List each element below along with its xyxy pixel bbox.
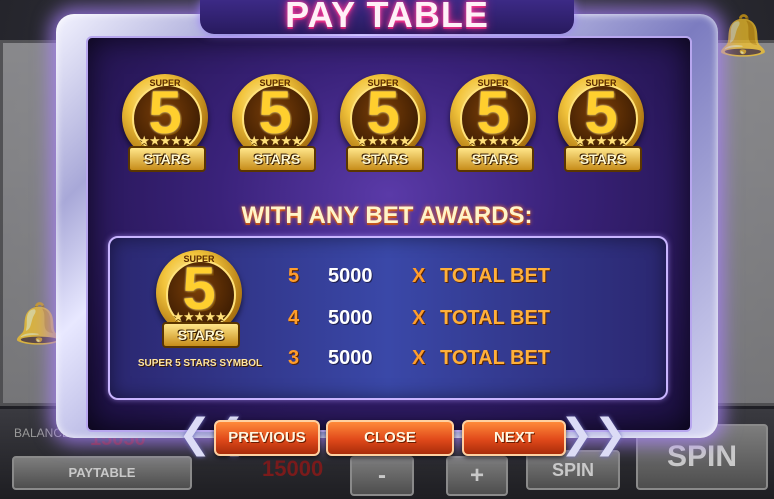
payout-amount: 5000 xyxy=(328,347,373,369)
payout-count: 3 xyxy=(288,347,300,369)
super-5-stars-symbol: SUPER 5 ★★★★★ STARS xyxy=(340,74,426,178)
symbol-caption: SUPER 5 STARS SYMBOL xyxy=(137,358,263,369)
badge-label: STARS xyxy=(238,146,316,172)
bet-minus-button[interactable]: - xyxy=(350,456,414,496)
dialog-title: PAY TABLE xyxy=(285,0,489,35)
badge-label: STARS xyxy=(128,146,206,172)
payout-count: 5 xyxy=(288,265,300,287)
badge-label: STARS xyxy=(346,146,424,172)
payout-count: 4 xyxy=(288,307,300,329)
awards-heading: WITH ANY BET AWARDS: xyxy=(241,202,533,229)
payout-amount: 5000 xyxy=(328,307,373,329)
badge-label: STARS xyxy=(162,322,240,348)
payout-basis: TOTAL BET xyxy=(440,265,550,287)
super-5-stars-symbol: SUPER 5 ★★★★★ STARS xyxy=(558,74,644,178)
badge-label: STARS xyxy=(564,146,642,172)
previous-button[interactable]: PREVIOUS xyxy=(214,420,320,456)
super-5-stars-symbol-large: SUPER 5 ★★★★★ STARS xyxy=(156,250,242,354)
payout-multiplier: X xyxy=(412,307,426,329)
payout-multiplier: X xyxy=(412,265,426,287)
chevron-right-icon[interactable]: ❯❯ xyxy=(560,414,627,454)
close-button[interactable]: CLOSE xyxy=(326,420,454,456)
payout-amount: 5000 xyxy=(328,265,373,287)
bet-plus-button[interactable]: + xyxy=(446,456,508,496)
payout-basis: TOTAL BET xyxy=(440,347,550,369)
paytable-button[interactable]: PAYTABLE xyxy=(12,456,192,490)
payout-multiplier: X xyxy=(412,347,426,369)
payout-basis: TOTAL BET xyxy=(440,307,550,329)
super-5-stars-symbol: SUPER 5 ★★★★★ STARS xyxy=(450,74,536,178)
badge-label: STARS xyxy=(456,146,534,172)
bet-value: 15000 xyxy=(262,456,324,481)
super-5-stars-symbol: SUPER 5 ★★★★★ STARS xyxy=(232,74,318,178)
next-button[interactable]: NEXT xyxy=(462,420,566,456)
super-5-stars-symbol: SUPER 5 ★★★★★ STARS xyxy=(122,74,208,178)
